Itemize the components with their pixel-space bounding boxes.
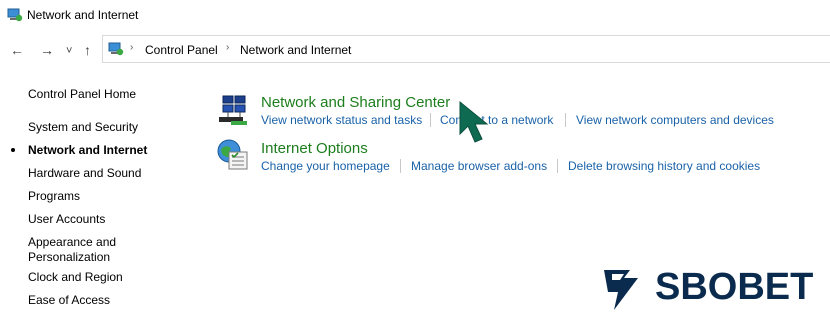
sidebar-item-user-accounts[interactable]: User Accounts [28,212,105,227]
link-change-homepage[interactable]: Change your homepage [261,159,390,173]
sbobet-watermark: SBOBET [600,262,815,316]
breadcrumb-control-panel[interactable]: Control Panel [145,43,218,57]
breadcrumb-separator[interactable]: › [226,42,229,53]
forward-button[interactable]: → [40,42,54,58]
current-item-bullet [11,148,15,152]
category-title[interactable]: Network and Sharing Center [261,94,450,111]
sidebar-item-clock-and-region[interactable]: Clock and Region [28,270,123,285]
link-view-network-status[interactable]: View network status and tasks [261,113,422,127]
mouse-cursor-icon [458,100,498,153]
sidebar-item-appearance-and-personalization[interactable]: Appearance and Personalization [28,235,138,265]
link-divider [430,113,431,127]
link-divider [565,113,566,127]
sidebar-item-ease-of-access[interactable]: Ease of Access [28,293,110,308]
breadcrumb-separator[interactable]: › [130,42,133,53]
internet-options-icon [216,138,250,177]
link-delete-browsing-history[interactable]: Delete browsing history and cookies [568,159,760,173]
window-title: Network and Internet [27,8,139,22]
sidebar-item-control-panel-home[interactable]: Control Panel Home [28,87,136,102]
control-panel-icon [7,7,23,28]
sbobet-watermark-text: SBOBET [655,266,814,308]
title-bar: Network and Internet [0,0,830,30]
breadcrumb-network-and-internet[interactable]: Network and Internet [240,43,351,57]
sidebar-item-programs[interactable]: Programs [28,189,80,204]
address-bar[interactable]: › Control Panel › Network and Internet [102,35,830,63]
sidebar-item-system-and-security[interactable]: System and Security [28,120,138,135]
link-manage-browser-add-ons[interactable]: Manage browser add-ons [411,159,547,173]
network-sharing-icon [217,93,251,132]
sidebar-item-hardware-and-sound[interactable]: Hardware and Sound [28,166,141,181]
link-divider [557,159,558,173]
up-button[interactable]: ↑ [84,42,91,58]
sidebar-item-network-and-internet[interactable]: Network and Internet [28,143,147,158]
category-title[interactable]: Internet Options [261,140,368,157]
sbobet-logo-icon [600,264,650,319]
link-view-network-computers[interactable]: View network computers and devices [576,113,774,127]
control-panel-icon [108,41,124,62]
back-button[interactable]: ← [10,42,24,58]
link-divider [400,159,401,173]
recent-locations-button[interactable]: ˅ [66,43,72,59]
